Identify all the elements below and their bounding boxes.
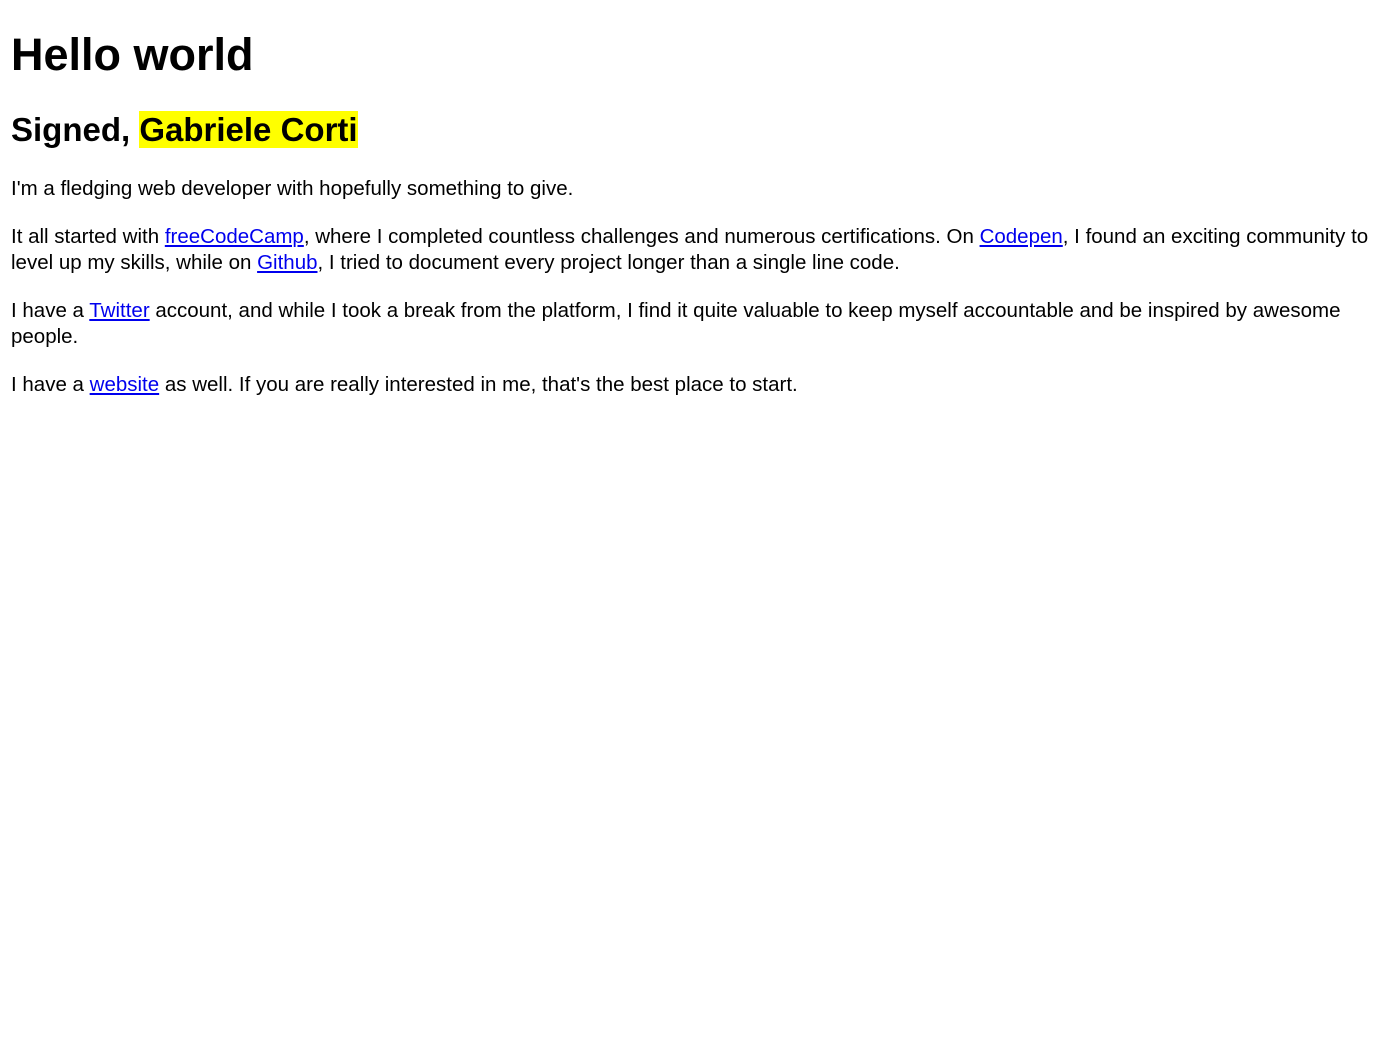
intro-paragraph: I'm a fledging web developer with hopefu…	[11, 177, 574, 200]
signature-prefix: Signed,	[11, 111, 140, 148]
website-text-2: as well. If you are really interested in…	[159, 373, 798, 396]
story-paragraph: It all started with freeCodeCamp, where …	[11, 224, 1379, 276]
twitter-link[interactable]: Twitter	[89, 299, 149, 322]
website-text-1: I have a	[11, 373, 90, 396]
twitter-text-1: I have a	[11, 299, 90, 322]
website-paragraph: I have a website as well. If you are rea…	[11, 372, 1379, 398]
codepen-link[interactable]: Codepen	[980, 225, 1063, 248]
story-text-2: , where I completed countless challenges…	[303, 225, 980, 248]
freecodecamp-link[interactable]: freeCodeCamp	[165, 225, 304, 248]
signature-heading: Signed, Gabriele Corti	[11, 110, 358, 149]
twitter-paragraph: I have a Twitter account, and while I to…	[11, 298, 1379, 350]
github-link[interactable]: Github	[257, 251, 317, 274]
story-text-1: It all started with	[11, 225, 165, 248]
website-link[interactable]: website	[90, 373, 160, 396]
page-title: Hello world	[11, 29, 254, 80]
signature-name-highlight: Gabriele Corti	[139, 111, 358, 148]
twitter-text-2: account, and while I took a break from t…	[11, 299, 1341, 348]
story-text-4: , I tried to document every project long…	[317, 251, 900, 274]
